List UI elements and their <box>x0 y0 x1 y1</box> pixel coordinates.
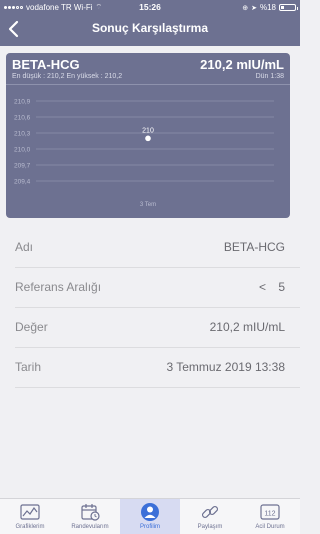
page-title: Sonuç Karşılaştırma <box>91 21 209 35</box>
tab-label: Grafiklerim <box>15 524 45 530</box>
reference-label: Referans Aralığı <box>15 280 102 294</box>
chart-icon <box>20 504 40 520</box>
detail-row-name: Adı BETA-HCG <box>0 228 300 268</box>
link-icon <box>201 505 219 519</box>
profile-icon <box>141 503 159 521</box>
battery-percent: %18 <box>259 3 276 12</box>
y-tick-label: 209,7 <box>14 163 31 170</box>
reference-value: 5 <box>278 280 285 294</box>
test-value: 210,2 mIU/mL <box>200 57 284 72</box>
y-tick-label: 209,4 <box>14 179 31 186</box>
detail-row-value: Değer 210,2 mIU/mL <box>0 308 300 348</box>
date-value: 3 Temmuz 2019 13:38 <box>166 360 285 374</box>
date-label: Tarih <box>15 360 42 374</box>
detail-row-reference: Referans Aralığı < 5 <box>0 268 300 308</box>
app-header: vodafone TR Wi-Fi ⌔ 15:26 ⊕ ➤ %18 Sonuç … <box>0 0 300 46</box>
calendar-icon <box>81 504 100 521</box>
tab-bar: Grafiklerim Randevularım Profilim Paylaş… <box>0 498 300 534</box>
tab-label: Paylaşım <box>197 524 223 530</box>
emergency-number: 112 <box>264 511 275 518</box>
y-tick-label: 210,6 <box>14 115 31 122</box>
tab-randevularim[interactable]: Randevularım <box>60 499 120 534</box>
value-label: Değer <box>15 320 48 334</box>
name-value: BETA-HCG <box>223 240 285 254</box>
data-point-label: 210 <box>142 127 154 134</box>
test-name: BETA-HCG <box>12 57 80 72</box>
tab-acil-durum[interactable]: 112 Acil Durum <box>240 499 300 534</box>
tab-label: Profilim <box>139 524 160 530</box>
battery-icon <box>279 4 298 11</box>
tab-grafiklerim[interactable]: Grafiklerim <box>0 499 60 534</box>
detail-row-date: Tarih 3 Temmuz 2019 13:38 <box>0 348 300 388</box>
status-bar: vodafone TR Wi-Fi ⌔ 15:26 ⊕ ➤ %18 <box>0 0 300 14</box>
emergency-112-icon: 112 <box>260 504 280 520</box>
lock-rotation-icon: ⊕ <box>242 4 249 12</box>
tab-label: Randevularım <box>71 524 109 530</box>
data-point[interactable] <box>145 135 151 142</box>
tab-paylasim[interactable]: Paylaşım <box>180 499 240 534</box>
result-chart: 210,9 210,6 210,3 210,0 209,7 209,4 3 Tem 210 <box>14 99 274 208</box>
result-date: Dün 1:38 <box>255 73 284 80</box>
y-tick-label: 210,0 <box>14 147 31 154</box>
result-chart-card: BETA-HCG 210,2 mIU/mL En düşük : 210,2 E… <box>6 53 290 218</box>
y-tick-label: 210,9 <box>14 99 31 106</box>
location-icon: ➤ <box>251 4 257 12</box>
y-tick-label: 210,3 <box>14 131 31 138</box>
min-max-range: En düşük : 210,2 En yüksek : 210,2 <box>12 73 123 80</box>
tab-label: Acil Durum <box>255 524 285 530</box>
value-value: 210,2 mIU/mL <box>209 320 285 334</box>
tab-profilim[interactable]: Profilim <box>120 499 180 534</box>
reference-operator: < <box>258 280 266 294</box>
detail-list: Adı BETA-HCG Referans Aralığı < 5 Değer … <box>0 228 300 388</box>
name-label: Adı <box>15 240 34 254</box>
x-tick-label: 3 Tem <box>140 202 156 208</box>
